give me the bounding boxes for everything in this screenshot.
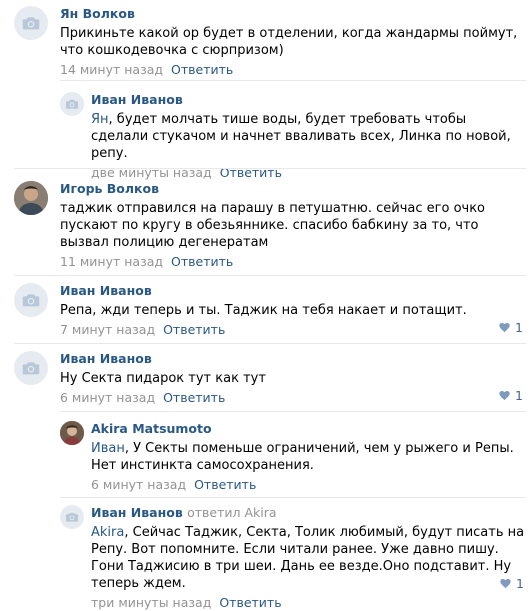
comment-author[interactable]: Иван Иванов [60,351,490,367]
divider [60,497,526,498]
comment-time[interactable]: 6 минут назад [91,477,186,492]
user-photo-icon [14,181,48,215]
camera-icon [20,289,42,311]
comment-reply: Akira Matsumoto Иван, У Секты поменьше о… [60,421,530,493]
replied-to[interactable]: ответил Akira [187,505,276,520]
reply-link[interactable]: Ответить [194,477,256,492]
mention-link[interactable]: Ян [91,112,109,127]
camera-icon [20,12,42,34]
comment-text: Akira, Сейчас Таджик, Секта, Толик любим… [91,525,525,591]
divider [14,343,526,344]
camera-icon [20,357,42,379]
avatar[interactable] [14,283,48,317]
comment-meta: три минуты назад Ответить [91,595,529,611]
comment-meta: 11 минут назад Ответить [60,254,524,270]
avatar[interactable] [14,6,48,40]
comment-time[interactable]: 6 минут назад [60,390,155,405]
like-count: 1 [515,320,523,335]
avatar[interactable] [60,421,84,445]
mention-link[interactable]: Akira [91,525,124,540]
user-photo-icon [60,421,84,445]
comment-author[interactable]: Игорь Волков [60,181,524,197]
mention-link[interactable]: Иван [91,441,125,456]
camera-icon [64,96,80,112]
reply-link[interactable]: Ответить [163,390,225,405]
comment-time[interactable]: три минуты назад [91,595,211,610]
comment-text: таджик отправился на парашу в петушатню.… [60,201,486,250]
avatar[interactable] [60,505,84,529]
like-count: 1 [516,576,524,591]
comment-time[interactable]: 7 минут назад [60,322,155,337]
reply-link[interactable]: Ответить [171,254,233,269]
comment: Ян Волков Прикиньте какой ор будет в отд… [14,6,529,78]
like-count: 1 [515,388,523,403]
comment-meta: 7 минут назад Ответить [60,322,490,338]
divider [14,275,526,276]
comment-author[interactable]: Иван Иванов [60,283,490,299]
comment-meta: 14 минут назад Ответить [60,62,524,78]
comment-text: Ян, будет молчать тише воды, будет требо… [91,112,511,161]
heart-icon [498,389,511,402]
heart-icon [498,321,511,334]
avatar[interactable] [14,351,48,385]
heart-icon [499,577,512,590]
divider [14,168,526,169]
comment-text: Прикиньте какой ор будет в отделении, ко… [60,26,518,58]
reply-link[interactable]: Ответить [163,322,225,337]
comment-time[interactable]: 11 минут назад [60,254,163,269]
comment-meta: 6 минут назад Ответить [91,477,527,493]
comment-author[interactable]: Иван Иванов [91,505,183,520]
like-button[interactable]: 1 [498,320,523,335]
comment: Иван Иванов Ну Секта пидарок тут как тут… [14,351,529,407]
comment: Иван Иванов Репа, жди теперь и ты. Таджи… [14,283,529,339]
comment-text: Ну Секта пидарок тут как тут [60,371,266,386]
avatar[interactable] [14,181,48,215]
comment-time[interactable]: 14 минут назад [60,62,163,77]
comment-author-line: Иван Иванов ответил Akira [91,505,529,521]
comment-reply: Иван Иванов ответил Akira Akira, Сейчас … [60,505,530,610]
comment-author[interactable]: Akira Matsumoto [91,421,527,437]
reply-link[interactable]: Ответить [219,595,281,610]
like-button[interactable]: 1 [498,388,523,403]
reply-link[interactable]: Ответить [171,62,233,77]
comment-text: Репа, жди теперь и ты. Таджик на тебя на… [60,303,467,318]
camera-icon [64,509,80,525]
comment-text: Иван, У Секты поменьше ограничений, чем … [91,441,514,473]
comment-author[interactable]: Иван Иванов [91,92,523,108]
divider [60,411,526,412]
divider [60,80,526,81]
comment: Игорь Волков таджик отправился на парашу… [14,181,529,271]
like-button[interactable]: 1 [499,576,524,591]
comment-reply: Иван Иванов Ян, будет молчать тише воды,… [60,92,526,180]
avatar[interactable] [60,92,84,116]
comment-author[interactable]: Ян Волков [60,6,524,22]
comment-meta: 6 минут назад Ответить [60,390,490,406]
